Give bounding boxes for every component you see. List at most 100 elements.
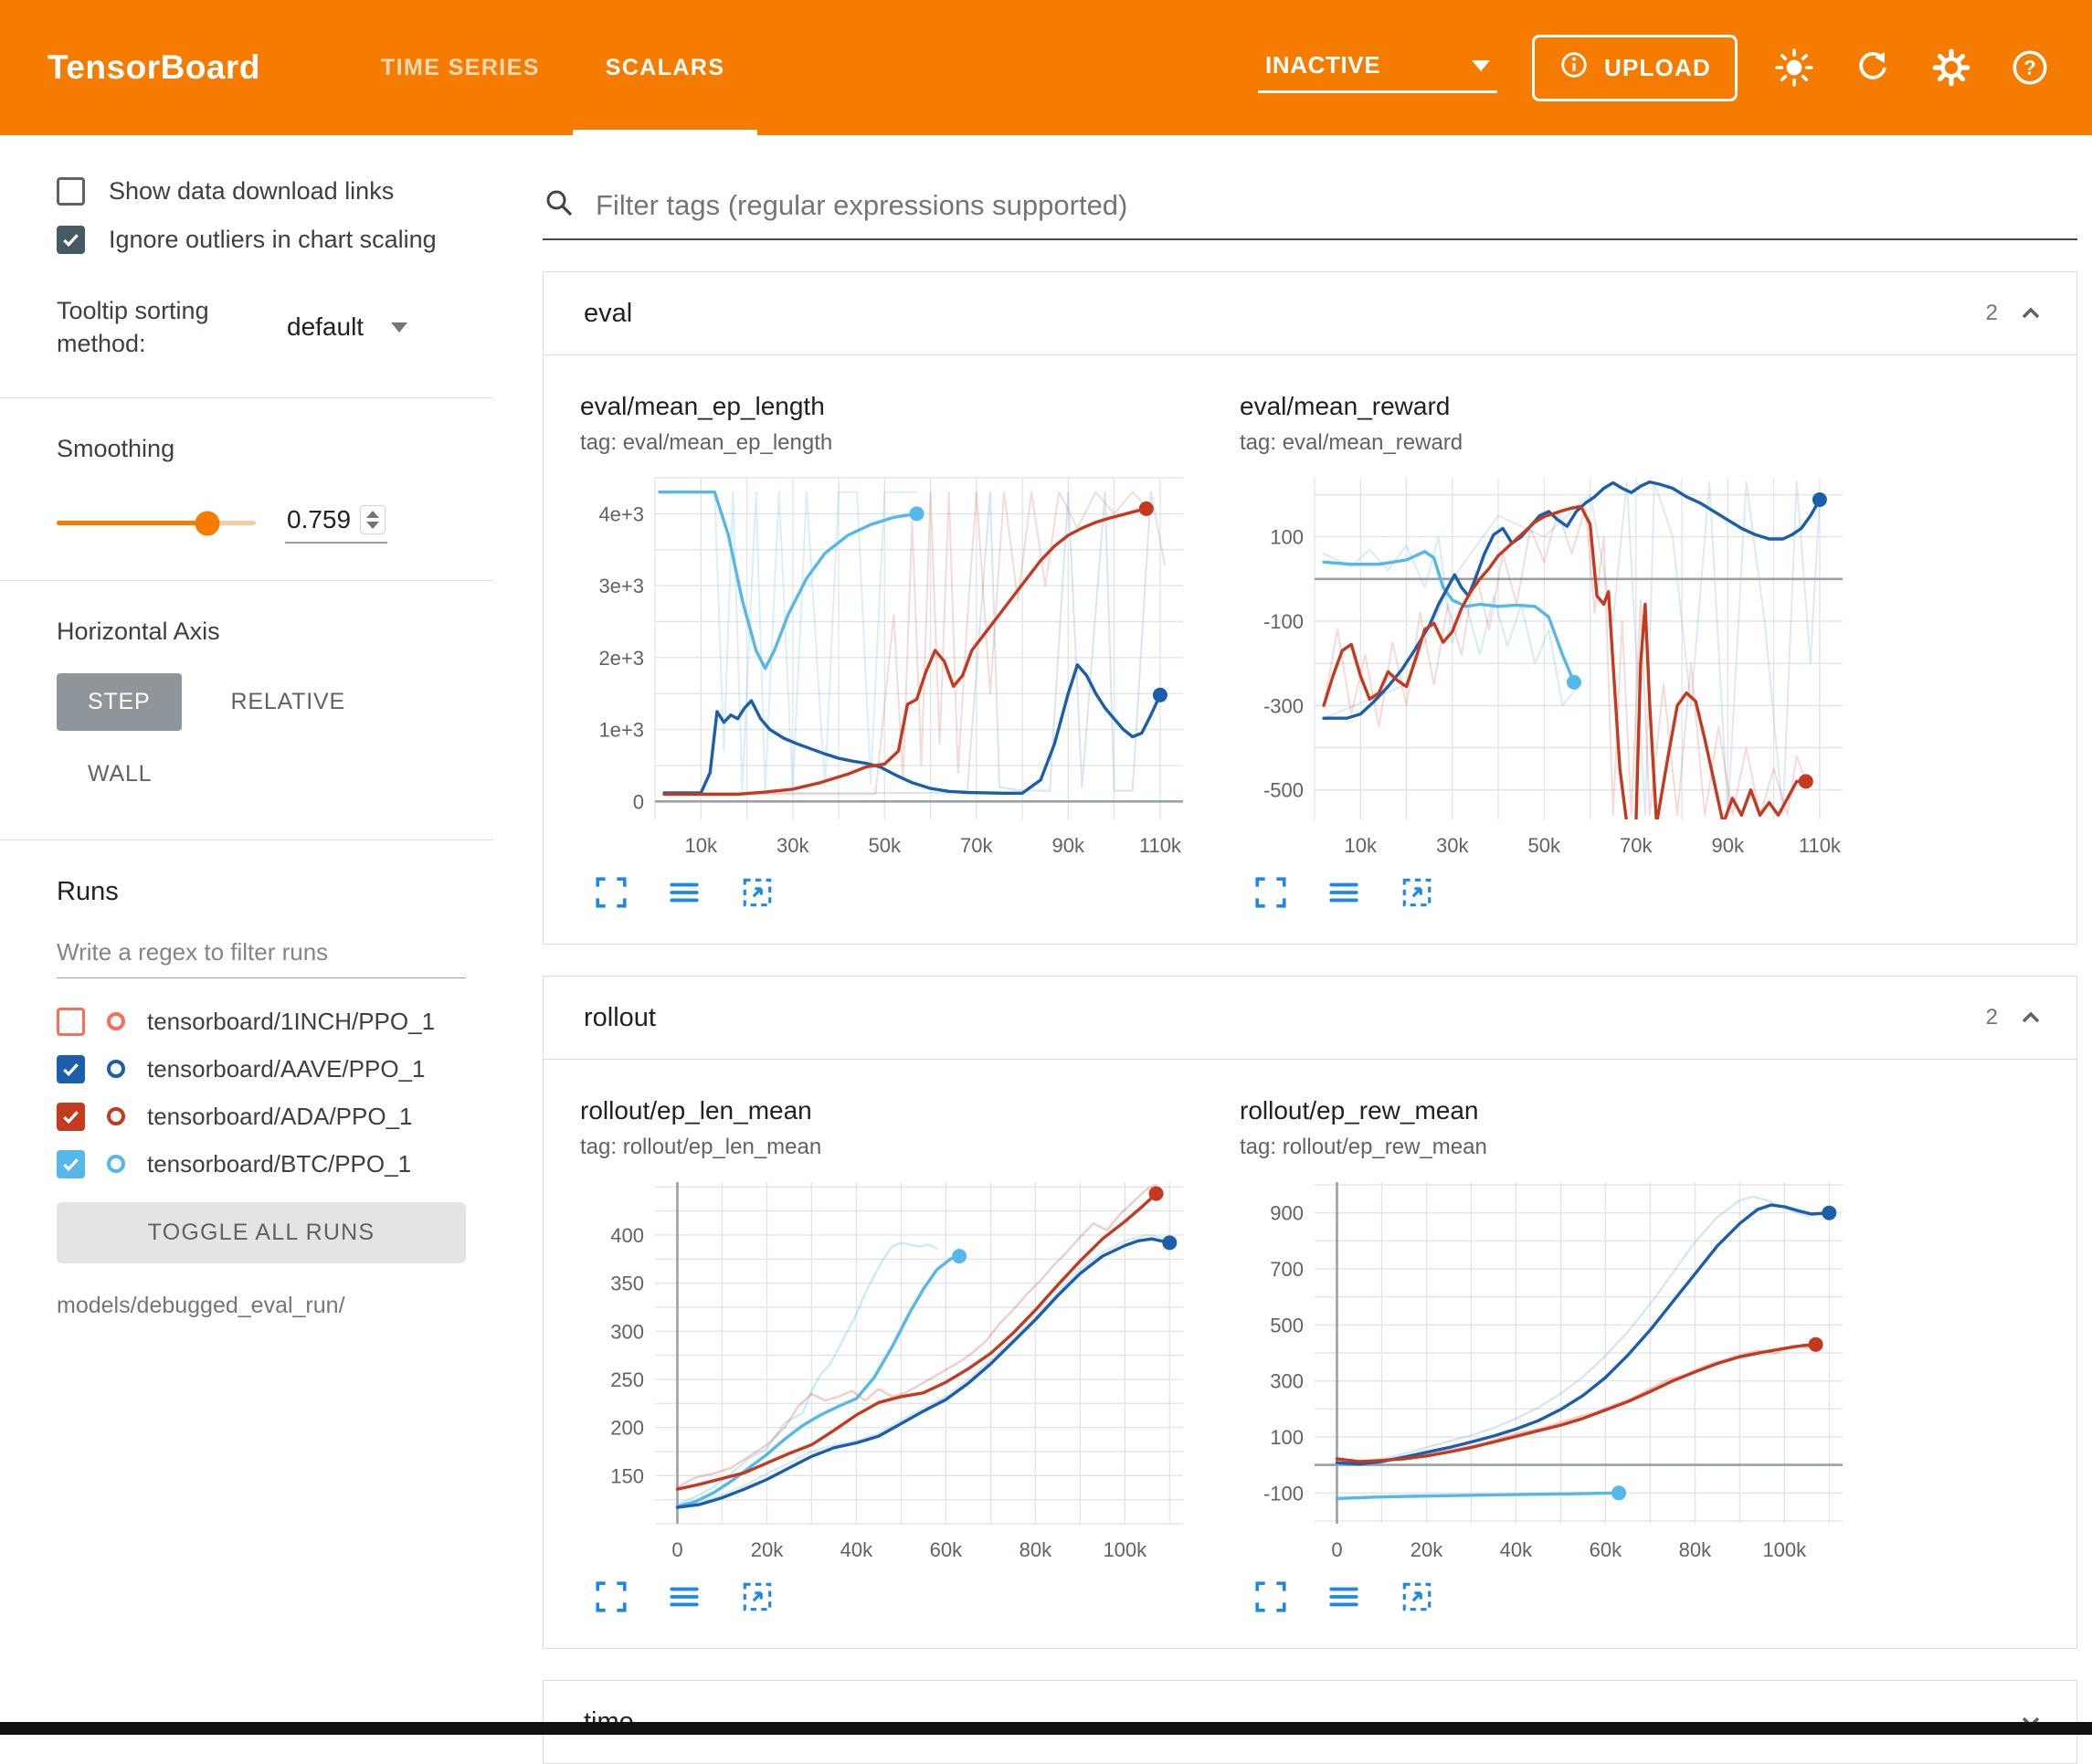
fullscreen-icon[interactable] (593, 874, 629, 911)
brightness-icon[interactable] (1772, 46, 1816, 90)
tab-scalars[interactable]: SCALARS (573, 0, 758, 135)
svg-text:40k: 40k (1500, 1538, 1533, 1561)
chart-actions (580, 874, 1198, 911)
runs-logdir-path: models/debugged_eval_run/ (57, 1293, 470, 1319)
top-tabs: TIME SERIES SCALARS (348, 0, 757, 135)
svg-text:10k: 10k (685, 834, 718, 857)
svg-text:350: 350 (610, 1273, 644, 1295)
svg-text:40k: 40k (840, 1538, 873, 1561)
smoothing-value-input[interactable]: 0.759 (285, 503, 387, 544)
chart-tag: tag: rollout/ep_rew_mean (1240, 1135, 1857, 1160)
svg-text:100k: 100k (1103, 1538, 1147, 1561)
svg-text:700: 700 (1270, 1258, 1304, 1281)
section-rollout: rollout 2 rollout/ep_len_mean tag: rollou… (543, 976, 2077, 1649)
fit-domain-icon[interactable] (1399, 1579, 1435, 1615)
header-actions: INACTIVE UPLOAD ? (1258, 0, 2092, 135)
fit-domain-icon[interactable] (739, 874, 776, 911)
svg-text:10k: 10k (1345, 834, 1378, 857)
help-icon[interactable]: ? (2008, 46, 2052, 90)
svg-text:?: ? (2023, 56, 2035, 79)
axis-relative-button[interactable]: RELATIVE (200, 673, 376, 731)
number-stepper[interactable] (360, 505, 386, 534)
fit-domain-icon[interactable] (1399, 874, 1435, 911)
data-lines-icon[interactable] (666, 874, 703, 911)
fullscreen-icon[interactable] (593, 1579, 629, 1615)
run-list: tensorboard/1INCH/PPO_1 tensorboard/AAVE/… (57, 1008, 470, 1178)
run-item[interactable]: tensorboard/ADA/PPO_1 (57, 1103, 470, 1131)
settings-sidebar: Show data download links Ignore outliers… (0, 135, 493, 1722)
axis-step-button[interactable]: STEP (57, 673, 182, 731)
tab-time-series[interactable]: TIME SERIES (348, 0, 573, 135)
chart-card: eval/mean_ep_lengthtag: eval/mean_ep_len… (580, 392, 1198, 911)
svg-text:0: 0 (1331, 1538, 1342, 1561)
svg-text:-100: -100 (1263, 1482, 1304, 1505)
divider (0, 397, 493, 398)
window-bottom-edge (0, 1722, 2092, 1735)
smoothing-label: Smoothing (57, 435, 470, 463)
run-checkbox[interactable] (57, 1008, 85, 1036)
runs-filter-input[interactable] (57, 929, 466, 978)
dashboard-main: eval 2 eval/mean_ep_lengthtag: eval/mean… (493, 135, 2092, 1722)
checkbox-checked[interactable] (57, 226, 85, 254)
section-eval-header[interactable]: eval 2 (544, 272, 2076, 354)
data-lines-icon[interactable] (1326, 874, 1362, 911)
run-label: tensorboard/1INCH/PPO_1 (147, 1008, 435, 1036)
toggle-all-runs-button[interactable]: TOGGLE ALL RUNS (57, 1202, 466, 1263)
run-checkbox[interactable] (57, 1055, 85, 1083)
section-eval: eval 2 eval/mean_ep_lengthtag: eval/mean… (543, 271, 2077, 945)
run-checkbox[interactable] (57, 1103, 85, 1131)
data-lines-icon[interactable] (1326, 1579, 1362, 1615)
run-label: tensorboard/BTC/PPO_1 (147, 1150, 411, 1178)
svg-text:20k: 20k (1411, 1538, 1443, 1561)
status-dropdown[interactable]: INACTIVE (1258, 42, 1497, 93)
svg-text:100: 100 (1270, 1426, 1304, 1449)
svg-text:200: 200 (610, 1417, 644, 1440)
chart-title: eval/mean_reward (1240, 392, 1857, 421)
fullscreen-icon[interactable] (1252, 1579, 1289, 1615)
run-label: tensorboard/AAVE/PPO_1 (147, 1055, 425, 1083)
line-chart[interactable]: 10k30k50k70k90k110k100-100-300-500 (1240, 467, 1857, 871)
svg-text:110k: 110k (1799, 834, 1842, 857)
svg-text:30k: 30k (1436, 834, 1469, 857)
chevron-down-icon (1472, 60, 1490, 71)
run-color-circle (107, 1060, 125, 1078)
chevron-down-icon (391, 322, 407, 333)
run-checkbox[interactable] (57, 1150, 85, 1178)
data-lines-icon[interactable] (666, 1579, 703, 1615)
show-download-links-label: Show data download links (109, 177, 394, 206)
line-chart[interactable]: 10k30k50k70k90k110k01e+32e+33e+34e+3 (580, 467, 1198, 871)
refresh-icon[interactable] (1851, 46, 1895, 90)
show-download-links-toggle[interactable]: Show data download links (57, 177, 470, 206)
fit-domain-icon[interactable] (739, 1579, 776, 1615)
tag-filter-input[interactable] (594, 188, 2077, 223)
section-rollout-header[interactable]: rollout 2 (544, 977, 2076, 1059)
tooltip-sorting-dropdown[interactable]: default (287, 312, 407, 342)
run-item[interactable]: tensorboard/AAVE/PPO_1 (57, 1055, 470, 1083)
smoothing-slider[interactable] (57, 521, 256, 525)
chart-actions (1240, 874, 1857, 911)
line-chart[interactable]: 020k40k60k80k100k-100100300500700900 (1240, 1171, 1857, 1575)
chevron-up-icon[interactable] (2016, 1003, 2045, 1032)
app-title: TensorBoard (0, 0, 348, 135)
checkbox-unchecked[interactable] (57, 177, 85, 206)
settings-gear-icon[interactable] (1929, 46, 1973, 90)
upload-button[interactable]: UPLOAD (1532, 35, 1738, 101)
smoothing-slider-fill (57, 521, 207, 525)
chart-title: rollout/ep_len_mean (580, 1096, 1198, 1125)
smoothing-slider-thumb[interactable] (195, 511, 220, 535)
svg-text:-300: -300 (1263, 694, 1304, 717)
app-header: TensorBoard TIME SERIES SCALARS INACTIVE… (0, 0, 2092, 135)
ignore-outliers-toggle[interactable]: Ignore outliers in chart scaling (57, 226, 470, 254)
line-chart[interactable]: 020k40k60k80k100k150200250300350400 (580, 1171, 1198, 1575)
svg-text:60k: 60k (1590, 1538, 1622, 1561)
info-icon (1558, 49, 1590, 87)
svg-text:70k: 70k (960, 834, 993, 857)
fullscreen-icon[interactable] (1252, 874, 1289, 911)
axis-wall-button[interactable]: WALL (57, 745, 183, 803)
run-item[interactable]: tensorboard/BTC/PPO_1 (57, 1150, 470, 1178)
run-item[interactable]: tensorboard/1INCH/PPO_1 (57, 1008, 470, 1036)
chart-tag: tag: rollout/ep_len_mean (580, 1135, 1198, 1160)
upload-label: UPLOAD (1604, 54, 1711, 82)
chevron-up-icon[interactable] (2016, 299, 2045, 328)
svg-text:-100: -100 (1263, 610, 1304, 633)
